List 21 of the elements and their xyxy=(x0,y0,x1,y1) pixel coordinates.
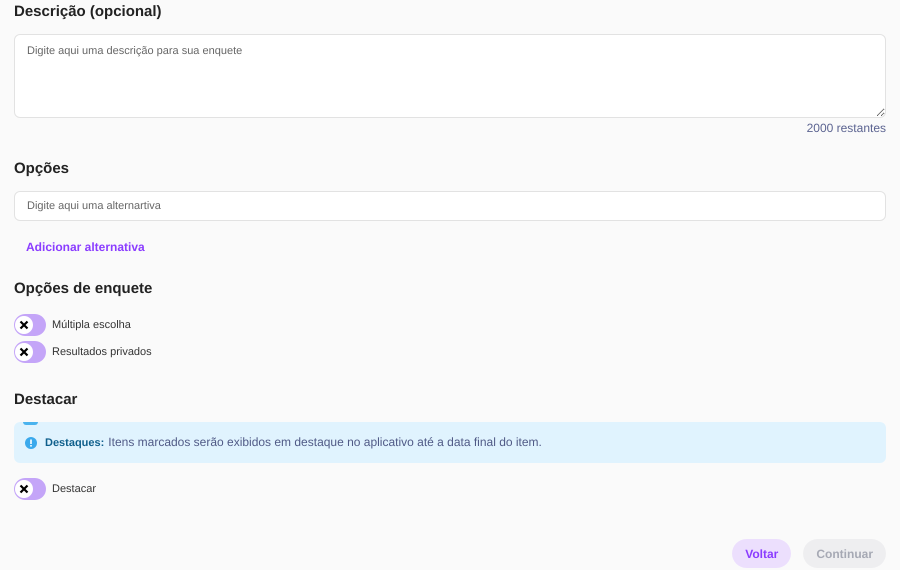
toggle-label: Destacar xyxy=(52,482,96,497)
close-icon xyxy=(19,320,29,330)
alternative-field[interactable]: Digite aqui uma alternartiva xyxy=(14,191,886,221)
info-icon xyxy=(25,436,37,448)
action-button[interactable]: Voltar xyxy=(732,539,792,568)
character-counter: 2000 restantes xyxy=(806,120,886,137)
description-field[interactable]: Digite aqui uma descrição para sua enquete xyxy=(14,34,886,118)
toggle-switch[interactable] xyxy=(14,314,46,336)
alert-text: Destaques: Itens marcados serão exibidos em destaque no aplicativo até a data final do item. xyxy=(45,434,542,452)
section-heading: Destacar xyxy=(14,390,78,410)
section-heading: Opções de enquete xyxy=(14,279,154,299)
toggle-label: Múltipla escolha xyxy=(52,318,131,333)
alert-accent-bar xyxy=(23,422,38,425)
add-alternative-link[interactable]: Adicionar alternativa xyxy=(26,240,145,254)
section-heading: Descrição (opcional) xyxy=(14,2,163,22)
close-icon xyxy=(19,484,29,494)
toggle-switch[interactable] xyxy=(14,478,46,500)
toggle-label: Resultados privados xyxy=(52,344,152,360)
toggle-switch[interactable] xyxy=(14,341,46,363)
section-heading: Opções xyxy=(14,159,70,179)
close-icon xyxy=(19,347,29,357)
